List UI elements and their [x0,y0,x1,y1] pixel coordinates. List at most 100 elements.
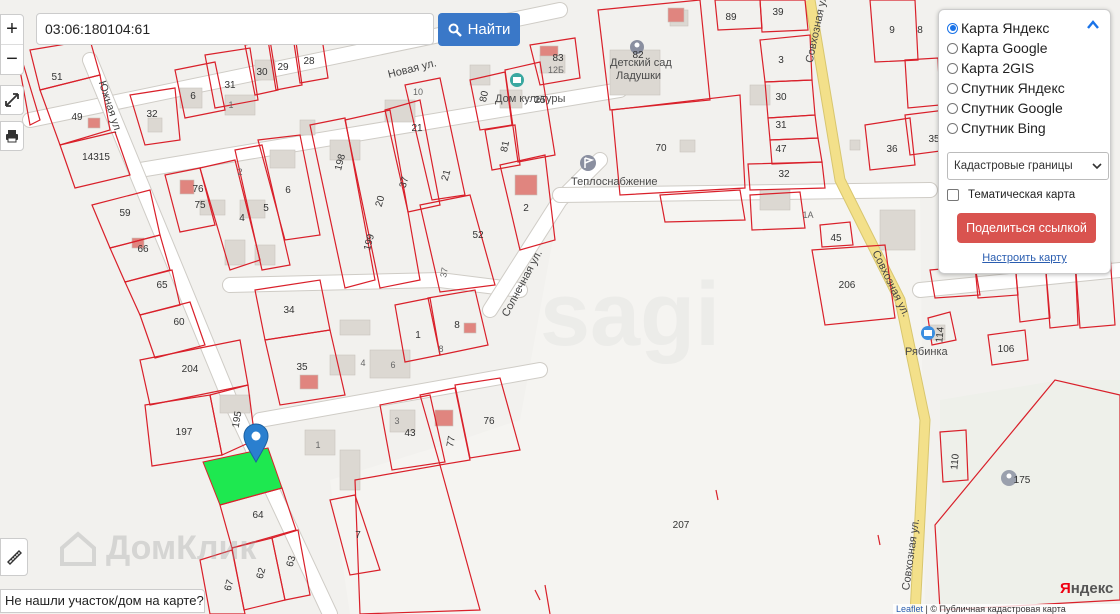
printer-icon [6,130,18,143]
svg-text:82: 82 [632,50,644,61]
svg-text:37: 37 [438,267,450,279]
house-logo-icon [60,531,96,566]
layer-radio[interactable] [947,82,958,94]
svg-text:30: 30 [775,92,787,103]
layer-option-label: Карта Google [961,40,1048,56]
leaflet-link[interactable]: Leaflet [896,604,923,614]
svg-text:89: 89 [725,12,737,23]
thematic-map-checkbox[interactable] [947,189,959,201]
svg-text:106: 106 [998,344,1015,355]
layer-option-1[interactable]: Карта Google [947,38,1110,58]
layer-option-label: Спутник Google [961,100,1063,116]
svg-text:10: 10 [413,87,423,97]
svg-text:1А: 1А [802,210,813,220]
svg-text:30: 30 [256,67,268,78]
search-icon [448,23,462,37]
zoom-out-button[interactable]: − [1,45,23,74]
layer-option-3[interactable]: Спутник Яндекс [947,78,1110,98]
svg-text:7: 7 [355,530,361,541]
overlay-select[interactable]: Кадастровые границы [947,152,1109,180]
svg-text:1: 1 [415,330,421,341]
zoom-control: + − [0,14,24,75]
layer-option-label: Карта 2GIS [961,60,1035,76]
fullscreen-button[interactable] [0,85,24,115]
svg-text:25: 25 [534,95,546,106]
shop-icon [921,326,935,340]
svg-text:51: 51 [51,72,63,83]
svg-text:206: 206 [839,280,856,291]
svg-text:34: 34 [283,305,295,316]
thematic-map-label: Тематическая карта [968,189,1076,201]
svg-text:12Б: 12Б [548,65,564,75]
poi-ryabinka-label: Рябинка [905,346,949,358]
svg-text:2: 2 [523,203,529,214]
svg-text:28: 28 [303,56,315,67]
svg-text:1: 1 [315,440,320,450]
svg-text:207: 207 [673,520,690,531]
cadastral-search-input[interactable]: 03:06:180104:61 [36,13,434,45]
svg-text:110: 110 [949,453,961,470]
poi-teplosnabzhenie-label: Теплоснабжение [571,176,658,188]
svg-text:49: 49 [71,112,83,123]
overlay-select-value: Кадастровые границы [954,160,1073,172]
svg-text:31: 31 [224,80,236,91]
print-button[interactable] [0,121,24,151]
svg-text:4: 4 [360,358,365,368]
zoom-in-button[interactable]: + [1,15,23,45]
layer-radio[interactable] [947,102,958,114]
svg-text:1: 1 [228,100,233,110]
layer-radio[interactable] [947,122,958,134]
svg-text:5: 5 [263,203,269,214]
svg-text:52: 52 [472,230,484,241]
share-link-button[interactable]: Поделиться ссылкой [957,213,1096,243]
chevron-down-icon [1092,163,1102,170]
poi-dom-kultury-label: Дом культуры [495,93,565,105]
svg-text:8: 8 [438,344,443,354]
layer-option-label: Карта Яндекс [961,20,1050,36]
svg-text:29: 29 [277,62,289,73]
svg-text:60: 60 [173,317,185,328]
layer-option-label: Спутник Bing [961,120,1046,136]
layer-option-4[interactable]: Спутник Google [947,98,1110,118]
svg-text:65: 65 [156,280,168,291]
svg-text:66: 66 [137,244,149,255]
svg-text:75: 75 [194,200,206,211]
svg-text:8: 8 [917,25,923,36]
layer-option-5[interactable]: Спутник Bing [947,118,1110,138]
thematic-map-toggle[interactable]: Тематическая карта [947,189,1110,201]
chevron-up-icon[interactable] [1086,18,1100,32]
layer-radio[interactable] [947,42,958,54]
svg-text:43: 43 [404,428,416,439]
svg-text:6: 6 [285,185,291,196]
layer-option-2[interactable]: Карта 2GIS [947,58,1110,78]
svg-text:39: 39 [772,7,784,18]
svg-text:14315: 14315 [82,152,110,163]
svg-text:35: 35 [296,362,308,373]
poi-kindergarten-label-2: Ладушки [616,70,661,82]
svg-text:8: 8 [454,320,460,331]
svg-text:197: 197 [176,427,193,438]
not-found-link[interactable]: Не нашли участок/дом на карте? [0,589,205,613]
customize-map-link[interactable]: Настроить карту [947,252,1110,264]
svg-text:4: 4 [239,213,245,224]
svg-text:70: 70 [655,143,667,154]
layer-panel: Карта Яндекс Карта Google Карта 2GIS Спутни… [938,9,1111,274]
svg-text:9: 9 [889,25,895,36]
svg-text:6: 6 [190,91,196,102]
measure-button[interactable] [0,538,28,576]
flag-icon [580,155,596,171]
svg-text:31: 31 [775,120,787,131]
svg-text:32: 32 [778,169,790,180]
svg-text:204: 204 [182,364,199,375]
expand-icon [5,93,19,107]
layer-radio[interactable] [947,22,958,34]
attribution-text: | © Публичная кадастровая карта [925,604,1066,614]
yandex-logo: Яндекс [1060,580,1114,597]
svg-text:6: 6 [390,360,395,370]
find-button[interactable]: Найти [438,13,520,46]
svg-text:76: 76 [192,184,204,195]
layer-radio[interactable] [947,62,958,74]
ruler-icon [7,550,22,565]
find-button-label: Найти [467,21,511,38]
svg-text:3: 3 [394,416,399,426]
